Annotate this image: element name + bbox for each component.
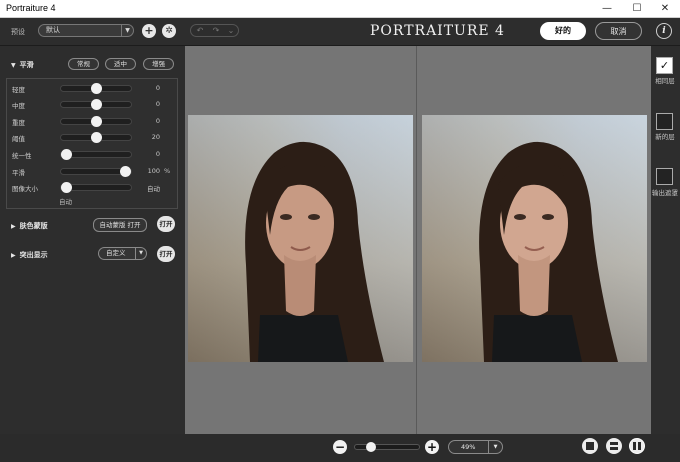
slider-knob[interactable] xyxy=(61,149,72,160)
checkmark-icon: ✓ xyxy=(659,59,670,72)
portrait-original-image xyxy=(188,115,413,362)
slider-image-size[interactable] xyxy=(60,182,132,193)
slider-value-image-size: 自动 xyxy=(147,185,160,193)
slider-value-large: 0 xyxy=(155,117,160,125)
same-layer-checkbox[interactable]: ✓ xyxy=(656,57,673,74)
cancel-button[interactable]: 取消 xyxy=(595,22,642,40)
split-vertical-icon-right xyxy=(638,442,641,450)
retouched-photo xyxy=(422,115,647,362)
new-layer-checkbox[interactable] xyxy=(656,113,673,130)
split-horizontal-icon-lower xyxy=(610,447,618,450)
smoothing-title: 平滑 xyxy=(19,61,34,69)
preset-label: 预设 xyxy=(11,28,25,36)
split-divider[interactable] xyxy=(416,46,417,434)
split-horizontal-icon xyxy=(610,442,618,445)
slider-knob[interactable] xyxy=(61,182,72,193)
image-size-auto-note: 自动 xyxy=(59,198,72,206)
slider-label-medium: 中度 xyxy=(12,102,25,110)
zoom-slider-knob[interactable] xyxy=(365,442,376,452)
close-button[interactable]: ✕ xyxy=(650,0,680,18)
skin-mask-section-header[interactable]: ▶ 肤色蒙版 xyxy=(11,221,48,231)
add-preset-button[interactable]: + xyxy=(142,24,156,38)
output-mask-label: 输出遮罩 xyxy=(652,189,678,197)
single-view-icon xyxy=(586,442,594,450)
ok-button[interactable]: 好的 xyxy=(540,22,586,40)
info-button[interactable]: i xyxy=(656,23,672,39)
minimize-button[interactable]: — xyxy=(592,0,622,18)
slider-label-image-size: 图像大小 xyxy=(12,185,38,193)
smoothing-section-header[interactable]: ▼ 平滑 xyxy=(11,60,34,70)
slider-threshold[interactable] xyxy=(60,132,132,143)
slider-value-fine: 0 xyxy=(155,84,160,92)
split-vertical-icon xyxy=(633,442,636,450)
preset-select[interactable]: 默认 ▼ xyxy=(38,24,134,37)
slider-label-fine: 轻度 xyxy=(12,86,25,94)
slider-large[interactable] xyxy=(60,116,132,127)
same-layer-label: 相同层 xyxy=(655,77,675,85)
history-group: ↶ ↷ ⌄ xyxy=(190,24,239,37)
preset-medium-button[interactable]: 适中 xyxy=(105,58,136,70)
plus-icon: + xyxy=(144,24,154,37)
title-bar: Portraiture 4 — ☐ ✕ xyxy=(0,0,680,18)
info-icon: i xyxy=(662,26,666,36)
chevron-down-icon: ▼ xyxy=(488,441,502,453)
chevron-down-icon: ▼ xyxy=(121,25,133,36)
skin-mask-toggle[interactable]: 打开 xyxy=(157,216,175,232)
preset-normal-button[interactable]: 常规 xyxy=(68,58,99,70)
plus-icon: + xyxy=(426,440,438,454)
slider-value-threshold: 20 xyxy=(151,133,160,141)
split-horizontal-view-button[interactable] xyxy=(606,438,622,454)
zoom-out-button[interactable]: − xyxy=(333,440,347,454)
maximize-button[interactable]: ☐ xyxy=(622,0,652,18)
slider-value-smoothness: 100 xyxy=(147,167,160,175)
slider-label-large: 重度 xyxy=(12,119,25,127)
slider-knob[interactable] xyxy=(90,99,102,110)
enhance-title: 突出显示 xyxy=(19,251,48,259)
collapse-triangle-icon: ▼ xyxy=(11,62,16,69)
chevron-down-icon: ▼ xyxy=(135,248,146,259)
redo-icon[interactable]: ↷ xyxy=(208,25,224,36)
slider-uniformity[interactable] xyxy=(60,149,132,160)
slider-value-medium: 0 xyxy=(155,100,160,108)
minus-icon: − xyxy=(334,440,346,454)
output-panel xyxy=(651,46,680,440)
portrait-retouched-image xyxy=(422,115,647,362)
preset-value: 默认 xyxy=(46,26,60,34)
slider-knob[interactable] xyxy=(90,83,102,94)
slider-knob[interactable] xyxy=(90,132,102,143)
history-dropdown-icon[interactable]: ⌄ xyxy=(223,25,239,36)
slider-smoothness[interactable] xyxy=(60,166,132,177)
zoom-slider[interactable] xyxy=(354,442,420,452)
enhance-value: 自定义 xyxy=(106,249,126,257)
enhance-section-header[interactable]: ▶ 突出显示 xyxy=(11,250,48,260)
original-photo xyxy=(188,115,413,362)
undo-icon[interactable]: ↶ xyxy=(192,25,208,36)
zoom-in-button[interactable]: + xyxy=(425,440,439,454)
slider-unit-percent: % xyxy=(164,167,171,175)
app-logo: PORTRAITURE 4 xyxy=(370,23,505,39)
split-vertical-view-button[interactable] xyxy=(629,438,645,454)
single-view-button[interactable] xyxy=(582,438,598,454)
gear-icon: ✲ xyxy=(165,26,173,36)
output-mask-checkbox[interactable] xyxy=(656,168,673,185)
zoom-value: 49% xyxy=(461,443,476,451)
expand-triangle-icon: ▶ xyxy=(11,223,16,230)
enhance-toggle[interactable]: 打开 xyxy=(157,246,175,262)
slider-label-uniformity: 统一性 xyxy=(12,152,32,160)
preset-strong-button[interactable]: 增强 xyxy=(143,58,174,70)
expand-triangle-icon: ▶ xyxy=(11,252,16,259)
slider-label-smoothness: 平滑 xyxy=(12,169,25,177)
auto-mask-button[interactable]: 自动蒙版 打开 xyxy=(93,218,147,232)
enhance-select[interactable]: 自定义 ▼ xyxy=(98,247,147,260)
slider-fine[interactable] xyxy=(60,83,132,94)
skin-mask-title: 肤色蒙版 xyxy=(19,222,48,230)
slider-label-threshold: 阈值 xyxy=(12,135,25,143)
window-title: Portraiture 4 xyxy=(6,3,56,13)
slider-knob[interactable] xyxy=(90,116,102,127)
preset-settings-button[interactable]: ✲ xyxy=(162,24,176,38)
slider-medium[interactable] xyxy=(60,99,132,110)
zoom-level-select[interactable]: 49% ▼ xyxy=(448,440,503,454)
new-layer-label: 新的层 xyxy=(655,133,675,141)
slider-value-uniformity: 0 xyxy=(155,150,160,158)
